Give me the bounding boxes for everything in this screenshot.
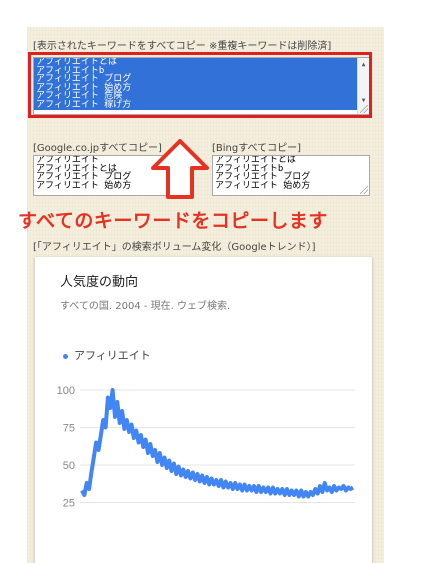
- y-tick-label: 25: [63, 498, 75, 510]
- y-tick-label: 50: [63, 460, 75, 472]
- copy-all-label: [表示されたキーワードをすべてコピー ※重複キーワードは削除済]: [33, 41, 332, 52]
- up-arrow-icon: [151, 139, 209, 199]
- series-line: [80, 388, 355, 499]
- textarea-line-text: アフィリエイト 始め方: [215, 180, 311, 191]
- textarea-line: アフィリエイト 始め方: [213, 180, 369, 191]
- trend-chart: 100 75 50 25: [57, 385, 355, 510]
- google-copy-label[interactable]: [Google.co.jpすべてコピー]: [33, 139, 162, 154]
- copy-banner: すべてのキーワードをコピーします: [18, 210, 328, 232]
- trends-card: 人気度の動向 すべての国. 2004 - 現在. ウェブ検索. アフィリエイト …: [35, 257, 372, 563]
- trend-section-label: [「アフィリエイト」の検索ボリューム変化（Googleトレンド）]: [33, 242, 316, 253]
- highlight-frame: [28, 52, 372, 118]
- resize-grip-icon[interactable]: [360, 186, 368, 194]
- bing-copy-label[interactable]: [Bingすべてコピー]: [212, 139, 301, 154]
- bing-keywords-textarea[interactable]: アフィリエイトとは アフィリエイトb アフィリエイト ブログ アフィリエイト 始め方: [212, 155, 370, 196]
- textarea-line-text: アフィリエイト 始め方: [36, 180, 132, 191]
- y-tick-label: 100: [57, 385, 75, 397]
- y-tick-label: 75: [63, 423, 75, 435]
